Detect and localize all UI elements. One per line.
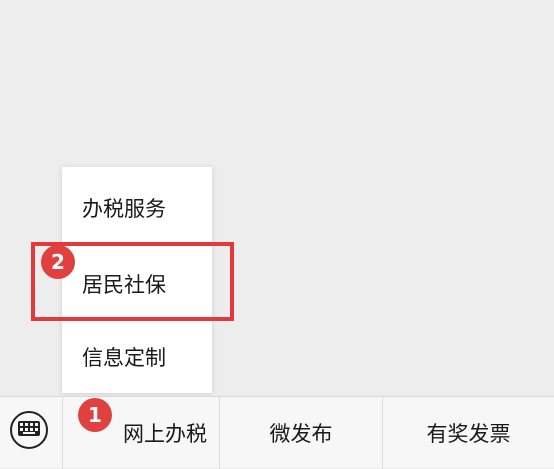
- tab-micro-release[interactable]: 微发布: [220, 397, 382, 469]
- step-badge-1: 1: [78, 398, 112, 432]
- keyboard-toggle-button[interactable]: [10, 411, 48, 449]
- menu-item-resident-social-security[interactable]: 居民社保: [62, 247, 212, 321]
- step-badge-2: 2: [41, 245, 75, 279]
- menu-divider: [62, 245, 212, 246]
- popup-menu: 办税服务 居民社保 信息定制: [62, 167, 212, 393]
- menu-item-info-subscription[interactable]: 信息定制: [62, 320, 212, 394]
- menu-item-tax-service[interactable]: 办税服务: [62, 171, 212, 245]
- tab-prize-invoice[interactable]: 有奖发票: [383, 397, 554, 469]
- keyboard-icon: [18, 421, 40, 436]
